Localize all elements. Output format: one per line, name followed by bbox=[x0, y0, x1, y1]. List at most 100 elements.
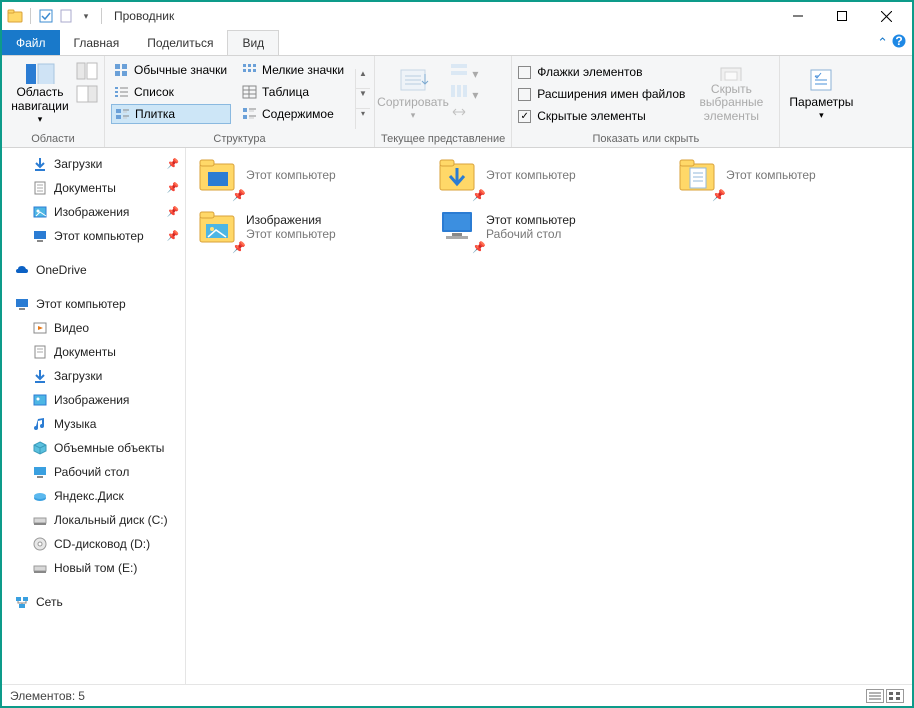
titlebar: ▾ Проводник bbox=[2, 2, 912, 30]
nav-pc-video[interactable]: Видео bbox=[2, 316, 185, 340]
folder-pictures-icon: 📌 bbox=[196, 206, 238, 248]
nav-pc-desktop[interactable]: Рабочий стол bbox=[2, 460, 185, 484]
pin-icon: 📌 bbox=[472, 189, 486, 202]
status-count-value: 5 bbox=[78, 689, 85, 703]
tab-file[interactable]: Файл bbox=[2, 30, 60, 55]
layout-regular-icons[interactable]: Обычные значки bbox=[111, 60, 231, 80]
nav-quick-documents[interactable]: Документы📌 bbox=[2, 176, 185, 200]
main-view[interactable]: 📌 Этот компьютер 📌 Этот компьютер 📌 Этот… bbox=[186, 148, 912, 684]
tile-item[interactable]: 📌 ИзображенияЭтот компьютер bbox=[196, 206, 396, 248]
navigation-pane-button[interactable]: Область навигации ▾ bbox=[8, 60, 72, 126]
nav-pc-music[interactable]: Музыка bbox=[2, 412, 185, 436]
checkbox-item-checkboxes[interactable]: Флажки элементов bbox=[518, 62, 685, 82]
pin-icon: 📌 bbox=[167, 231, 179, 242]
ribbon-group-panes: Область навигации ▾ Области bbox=[2, 56, 105, 147]
explorer-icon bbox=[6, 7, 24, 25]
nav-pc-downloads[interactable]: Загрузки bbox=[2, 364, 185, 388]
svg-text:?: ? bbox=[895, 34, 902, 48]
group-label-current-view: Текущее представление bbox=[381, 131, 505, 145]
tile-item[interactable]: 📌 Этот компьютер bbox=[676, 154, 876, 196]
layout-content[interactable]: Содержимое bbox=[239, 104, 359, 124]
nav-pc-documents[interactable]: Документы bbox=[2, 340, 185, 364]
group-label-showhide: Показать или скрыть bbox=[518, 131, 773, 145]
tile-item[interactable]: 📌 Этот компьютер bbox=[436, 154, 636, 196]
folder-doc-icon: 📌 bbox=[676, 154, 718, 196]
window-title: Проводник bbox=[114, 9, 174, 23]
tab-home[interactable]: Главная bbox=[60, 30, 134, 55]
layout-tiles[interactable]: Плитка bbox=[111, 104, 231, 124]
sort-label: Сортировать bbox=[377, 96, 449, 110]
help-icon[interactable]: ? bbox=[892, 34, 906, 51]
sort-button[interactable]: Сортировать ▾ bbox=[381, 60, 445, 126]
pin-icon: 📌 bbox=[167, 207, 179, 218]
close-button[interactable] bbox=[864, 2, 908, 30]
layout-scroll-up[interactable]: ▲ bbox=[356, 69, 370, 89]
view-details-button[interactable] bbox=[866, 689, 884, 703]
separator bbox=[30, 8, 31, 24]
layout-small-icons[interactable]: Мелкие значки bbox=[239, 60, 359, 80]
pin-icon: 📌 bbox=[472, 241, 486, 254]
pin-icon: 📌 bbox=[712, 189, 726, 202]
pin-icon: 📌 bbox=[167, 183, 179, 194]
nav-pc-cddrive-d[interactable]: CD-дисковод (D:) bbox=[2, 532, 185, 556]
qat-dropdown-icon[interactable]: ▾ bbox=[77, 7, 95, 25]
ribbon-tabs: Файл Главная Поделиться Вид ⌃ ? bbox=[2, 30, 912, 56]
nav-quick-pictures[interactable]: Изображения📌 bbox=[2, 200, 185, 224]
details-pane-button[interactable] bbox=[76, 85, 98, 106]
pc-icon: 📌 bbox=[436, 206, 478, 248]
tab-view[interactable]: Вид bbox=[227, 30, 279, 55]
maximize-button[interactable] bbox=[820, 2, 864, 30]
nav-pc-drive-e[interactable]: Новый том (E:) bbox=[2, 556, 185, 580]
nav-pc-3dobjects[interactable]: Объемные объекты bbox=[2, 436, 185, 460]
navigation-pane: Загрузки📌 Документы📌 Изображения📌 Этот к… bbox=[2, 148, 186, 684]
nav-pc-yandexdisk[interactable]: Яндекс.Диск bbox=[2, 484, 185, 508]
group-label-panes: Области bbox=[8, 131, 98, 145]
nav-quick-thispc[interactable]: Этот компьютер📌 bbox=[2, 224, 185, 248]
check-icon: ✓ bbox=[518, 110, 531, 123]
view-icons-button[interactable] bbox=[886, 689, 904, 703]
nav-thispc[interactable]: Этот компьютер bbox=[2, 292, 185, 316]
tab-share[interactable]: Поделиться bbox=[133, 30, 227, 55]
folder-download-icon: 📌 bbox=[436, 154, 478, 196]
quick-access-toolbar: ▾ bbox=[6, 7, 106, 25]
folder-desktop-icon: 📌 bbox=[196, 154, 238, 196]
nav-network[interactable]: Сеть bbox=[2, 590, 185, 614]
pin-icon: 📌 bbox=[167, 159, 179, 170]
tile-item[interactable]: 📌 Этот компьютер bbox=[196, 154, 396, 196]
pin-icon: 📌 bbox=[232, 241, 246, 254]
checkbox-hidden-items[interactable]: ✓Скрытые элементы bbox=[518, 106, 685, 126]
layout-table[interactable]: Таблица bbox=[239, 82, 359, 102]
sizecolumns-button[interactable] bbox=[449, 104, 478, 123]
groupby-button[interactable]: ▾ bbox=[449, 62, 478, 81]
nav-quick-downloads[interactable]: Загрузки📌 bbox=[2, 152, 185, 176]
layout-list[interactable]: Список bbox=[111, 82, 231, 102]
qat-checkbox-icon[interactable] bbox=[37, 7, 55, 25]
layout-scroll-more[interactable]: ▾ bbox=[356, 109, 370, 129]
chevron-down-icon: ▾ bbox=[38, 114, 43, 124]
ribbon-group-options: Параметры ▾ bbox=[780, 56, 862, 147]
nav-pc-pictures[interactable]: Изображения bbox=[2, 388, 185, 412]
addcolumns-button[interactable]: ▾ bbox=[449, 83, 478, 102]
layout-scroll-down[interactable]: ▼ bbox=[356, 89, 370, 109]
collapse-ribbon-icon[interactable]: ⌃ bbox=[877, 35, 888, 51]
status-count-label: Элементов: bbox=[10, 689, 75, 703]
hide-selected-button[interactable]: Скрыть выбранные элементы bbox=[689, 60, 773, 126]
preview-pane-button[interactable] bbox=[76, 62, 98, 83]
minimize-button[interactable] bbox=[776, 2, 820, 30]
content-area: Загрузки📌 Документы📌 Изображения📌 Этот к… bbox=[2, 148, 912, 684]
nav-onedrive[interactable]: OneDrive bbox=[2, 258, 185, 282]
checkbox-extensions[interactable]: Расширения имен файлов bbox=[518, 84, 685, 104]
group-label-options bbox=[786, 131, 856, 145]
ribbon-group-layout: Обычные значки Мелкие значки Список Табл… bbox=[105, 56, 375, 147]
tile-item[interactable]: 📌 Этот компьютерРабочий стол bbox=[436, 206, 636, 248]
qat-blank-icon[interactable] bbox=[57, 7, 75, 25]
navigation-pane-label: Область навигации bbox=[10, 86, 70, 114]
ribbon-group-current-view: Сортировать ▾ ▾ ▾ Текущее представление bbox=[375, 56, 512, 147]
options-label: Параметры bbox=[789, 96, 853, 110]
ribbon-group-showhide: Флажки элементов Расширения имен файлов … bbox=[512, 56, 780, 147]
nav-pc-drive-c[interactable]: Локальный диск (C:) bbox=[2, 508, 185, 532]
separator bbox=[101, 8, 102, 24]
options-button[interactable]: Параметры ▾ bbox=[786, 60, 856, 126]
pin-icon: 📌 bbox=[232, 189, 246, 202]
ribbon: Область навигации ▾ Области Обычные знач… bbox=[2, 56, 912, 148]
